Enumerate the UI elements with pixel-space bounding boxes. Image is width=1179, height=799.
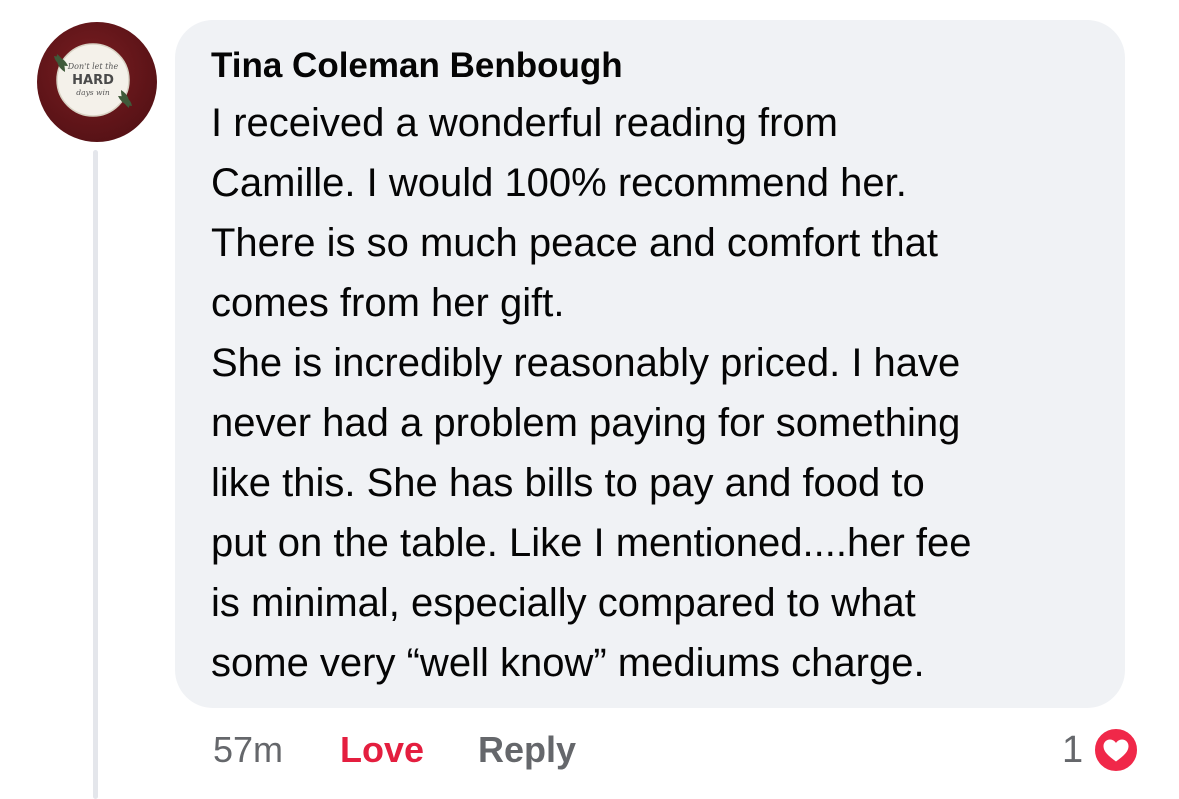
comment-text: I received a wonderful reading from Cami… <box>211 93 1111 693</box>
heart-icon[interactable] <box>1092 726 1140 774</box>
comment-text-line: Camille. I would 100% recommend her. <box>211 161 907 205</box>
svg-text:days win: days win <box>76 88 110 97</box>
comment-text-line: comes from her gift. <box>211 281 565 325</box>
comment-text-line: There is so much peace and comfort that <box>211 221 939 265</box>
comment-text-line: put on the table. Like I mentioned....he… <box>211 521 972 565</box>
comment-text-line: never had a problem paying for something <box>211 401 961 445</box>
comment-text-line: is minimal, especially compared to what <box>211 581 916 625</box>
comment-text-line: some very “well know” mediums charge. <box>211 641 925 685</box>
svg-text:HARD: HARD <box>72 73 114 88</box>
love-reaction-button[interactable]: Love <box>340 725 424 775</box>
comment-timestamp[interactable]: 57m <box>213 725 283 775</box>
comment-author-name[interactable]: Tina Coleman Benbough <box>211 44 623 88</box>
comment-text-line: like this. She has bills to pay and food… <box>211 461 925 505</box>
svg-text:Don't let the: Don't let the <box>67 62 119 71</box>
comment-text-line: She is incredibly reasonably priced. I h… <box>211 341 961 385</box>
thread-line <box>93 150 98 799</box>
reaction-count[interactable]: 1 <box>1062 725 1083 775</box>
avatar[interactable]: Don't let the HARD days win <box>37 22 157 142</box>
avatar-badge-icon: Don't let the HARD days win <box>54 43 132 117</box>
comment-text-line: I received a wonderful reading from <box>211 101 838 145</box>
reply-button[interactable]: Reply <box>478 725 576 775</box>
